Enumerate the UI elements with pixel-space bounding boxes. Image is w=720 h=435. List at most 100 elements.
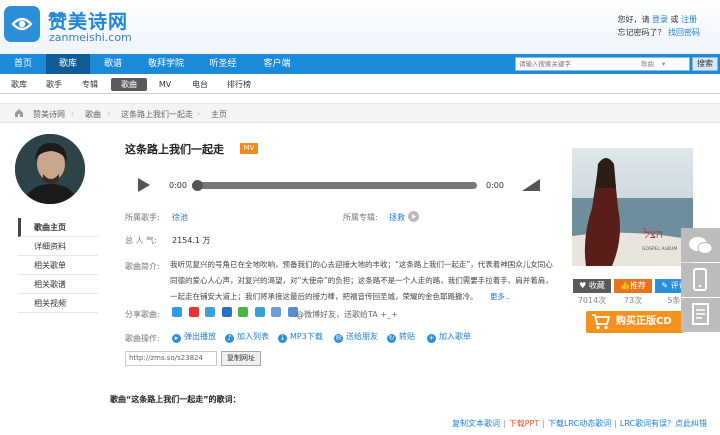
menu-song-home[interactable]: 歌曲主页 <box>18 218 98 237</box>
share-weibo-text[interactable]: @微博好友，送歌给TA +_+ <box>296 309 398 320</box>
mobile-float-icon[interactable] <box>681 263 720 297</box>
mv-badge[interactable]: MV <box>240 143 258 154</box>
play-icon[interactable] <box>137 178 150 194</box>
breadcrumb-song[interactable]: 这条路上我们一起走 <box>121 109 193 120</box>
repost-label: 转贴 <box>399 332 415 341</box>
ops-label: 歌曲操作: <box>125 334 160 343</box>
more-link[interactable]: 更多.. <box>490 292 510 301</box>
current-time: 0:00 <box>169 181 187 190</box>
thumbs-up-icon: 👍 <box>620 281 630 290</box>
plus-icon: + <box>427 334 436 343</box>
menu-details[interactable]: 详细资料 <box>18 237 98 256</box>
menu-related-videos[interactable]: 相关视频 <box>18 294 98 313</box>
repost-icon: ↻ <box>387 334 396 343</box>
breadcrumb-separator-icon: › <box>197 109 201 118</box>
kaixin-icon[interactable] <box>271 307 282 317</box>
greeting-text: 您好，请 <box>617 15 650 24</box>
douban-icon[interactable] <box>238 307 249 317</box>
login-link[interactable]: 登录 <box>652 15 668 24</box>
progress-bar[interactable] <box>192 180 477 191</box>
search-box: 歌曲 <box>515 57 690 71</box>
menu-related-playlists[interactable]: 相关歌单 <box>18 256 98 275</box>
download-lrc-link[interactable]: 下载LRC动态歌词 <box>548 419 611 428</box>
nav-song-library[interactable]: 歌库 <box>46 54 90 74</box>
album-cover-art-text: הצל <box>643 227 663 241</box>
site-header: 赞美诗网 zanmeishi.com 您好，请 登录 或 注册 忘记密码了？ 找… <box>0 0 720 54</box>
share-icons <box>172 307 302 317</box>
recommend-button[interactable]: 👍推荐 <box>614 279 652 293</box>
nav-home[interactable]: 首页 <box>0 54 46 74</box>
heart-icon: ♥ <box>579 281 587 290</box>
download-ppt-link[interactable]: 下载PPT <box>509 419 540 428</box>
copy-url-button[interactable]: 复制网址 <box>221 351 261 366</box>
popup-play-button[interactable]: ▸ 弹出播放 <box>172 331 216 343</box>
report-lrc-error-link[interactable]: LRC歌词有误？点此纠错 <box>620 419 707 428</box>
subnav-albums[interactable]: 专辑 <box>76 78 104 91</box>
volume-icon[interactable] <box>522 179 540 193</box>
qq-icon[interactable] <box>205 307 216 317</box>
short-url-field[interactable]: http://zms.so/s23824 <box>125 351 217 366</box>
subnav-charts[interactable]: 排行榜 <box>222 78 256 91</box>
favorite-count: 7014次 <box>577 296 607 305</box>
renren-icon[interactable] <box>254 307 265 317</box>
search-button[interactable]: 搜索 <box>692 57 718 71</box>
song-intro: 我听见复兴的号角已在全地吹响，预备我们的心去迎接大地的丰收；“这条路上我们一起走… <box>170 257 560 305</box>
link-divider: | <box>503 419 506 428</box>
subnav-library[interactable]: 歌库 <box>5 78 33 91</box>
buy-cd-label: 购买正版CD <box>616 316 672 327</box>
singer-avatar[interactable] <box>15 134 85 204</box>
breadcrumb-current: 主页 <box>211 110 227 119</box>
retrieve-password-link[interactable]: 找回密码 <box>668 28 700 37</box>
qzone-icon[interactable] <box>172 307 182 317</box>
download-icon: ↓ <box>278 334 287 343</box>
nav-client[interactable]: 客户端 <box>250 54 304 74</box>
favorite-label: 收藏 <box>588 281 605 290</box>
logo-icon[interactable] <box>4 6 40 42</box>
breadcrumb-site[interactable]: 赞美诗网 <box>33 109 65 120</box>
song-side-menu: 歌曲主页 详细资料 相关歌单 相关歌谱 相关视频 <box>18 218 98 313</box>
buy-cd-button[interactable]: 购买正版CD <box>586 311 684 333</box>
login-panel: 您好，请 登录 或 注册 忘记密码了？ 找回密码 <box>617 13 700 39</box>
cart-icon <box>592 314 611 339</box>
subnav-songs[interactable]: 歌曲 <box>111 78 147 91</box>
menu-related-sheets[interactable]: 相关歌谱 <box>18 275 98 294</box>
send-icon: ✉ <box>334 334 343 343</box>
mp3-download-button[interactable]: ↓ MP3下载 <box>278 331 323 343</box>
favorite-button[interactable]: ♥ 收藏 <box>573 279 611 293</box>
subnav-radio[interactable]: 电台 <box>186 78 214 91</box>
search-input[interactable] <box>516 58 634 70</box>
album-cover[interactable]: הצל GOSPEL ALBUM <box>572 148 693 266</box>
singer-link[interactable]: 徐池 <box>172 212 188 223</box>
album-cover-caption: GOSPEL ALBUM <box>642 246 677 252</box>
song-title: 这条路上我们一起走 <box>125 143 224 156</box>
progress-knob[interactable] <box>192 180 203 191</box>
add-list-icon: ♪ <box>225 334 234 343</box>
site-name[interactable]: 赞美诗网 <box>48 7 128 34</box>
copy-lyrics-link[interactable]: 复制文本歌词 <box>452 419 500 428</box>
lyrics-heading: 歌曲“这条路上我们一起走”的歌词： <box>110 395 241 404</box>
repost-button[interactable]: ↻ 转贴 <box>387 331 415 343</box>
send-friend-label: 送给朋友 <box>346 332 378 341</box>
breadcrumb-songs[interactable]: 歌曲 <box>85 109 101 120</box>
search-scope-select[interactable]: 歌曲 <box>641 58 665 70</box>
nav-worship-academy[interactable]: 敬拜学院 <box>136 54 196 74</box>
send-friend-button[interactable]: ✉ 送给朋友 <box>334 331 378 343</box>
feedback-float-icon[interactable] <box>681 298 720 332</box>
album-play-icon[interactable] <box>408 211 419 224</box>
nav-sheet-music[interactable]: 歌谱 <box>90 54 136 74</box>
weibo-icon[interactable] <box>188 307 199 317</box>
subnav-singers[interactable]: 歌手 <box>40 78 68 91</box>
tencent-weibo-icon[interactable] <box>221 307 232 317</box>
register-link[interactable]: 注册 <box>681 15 697 24</box>
nav-bible-audio[interactable]: 听圣经 <box>196 54 250 74</box>
wechat-float-icon[interactable] <box>681 228 720 262</box>
home-icon[interactable] <box>14 108 24 120</box>
subnav-mv[interactable]: MV <box>153 78 177 91</box>
popularity-label: 总 人 气: <box>125 236 157 245</box>
recommend-label: 推荐 <box>629 281 646 290</box>
mp3-download-label: MP3下载 <box>290 332 323 341</box>
intro-label: 歌曲简介: <box>125 262 160 271</box>
add-playlist-button[interactable]: + 加入歌单 <box>427 331 471 343</box>
add-to-list-button[interactable]: ♪ 加入列表 <box>225 331 269 343</box>
album-link[interactable]: 拯救 <box>389 212 405 223</box>
